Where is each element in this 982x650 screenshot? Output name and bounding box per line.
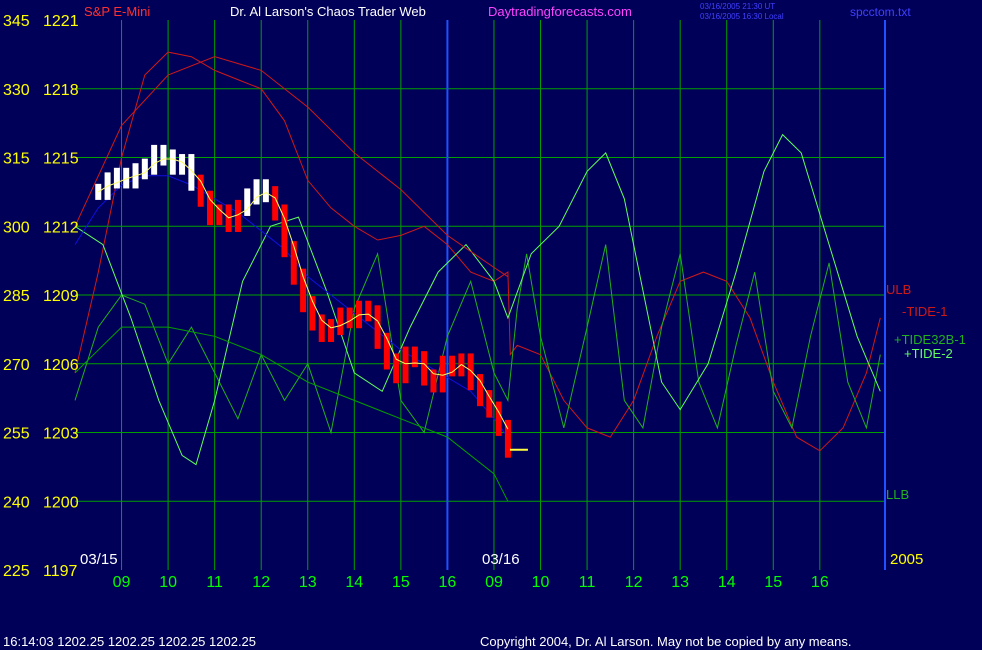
y-tick-label-tide: 240	[3, 494, 30, 511]
price-bar	[318, 314, 325, 342]
x-tick-label-hour: 11	[206, 574, 223, 591]
price-bar	[281, 204, 288, 258]
price-bar	[393, 353, 400, 384]
y-tick-label-price: 1215	[43, 151, 79, 168]
price-bar	[160, 144, 167, 166]
x-tick-label-hour: 14	[345, 574, 363, 591]
y-tick-label-tide: 255	[3, 426, 30, 443]
price-bar	[346, 307, 353, 329]
x-tick-label-hour: 12	[625, 574, 643, 591]
price-bar	[141, 158, 148, 180]
footer-copyright: Copyright 2004, Dr. Al Larson. May not b…	[480, 634, 851, 649]
price-bar	[495, 401, 502, 436]
timestamp-ut: 03/16/2005 21:30 UT	[700, 2, 775, 11]
year-label: 2005	[890, 551, 923, 568]
price-bar	[244, 188, 251, 216]
y-tick-label-price: 1212	[43, 219, 79, 236]
price-bar	[262, 179, 269, 203]
price-bar	[402, 346, 409, 384]
y-tick-label-price: 1221	[43, 13, 79, 30]
legend-tide2: +TIDE-2	[904, 346, 953, 361]
y-tick-label-tide: 270	[3, 357, 30, 374]
y-tick-label-tide: 330	[3, 82, 30, 99]
x-tick-label-hour: 14	[718, 574, 736, 591]
x-tick-label-hour: 11	[579, 574, 596, 591]
legend-llb: LLB	[886, 487, 909, 502]
price-bar	[151, 144, 158, 175]
price-bar	[365, 300, 372, 322]
legend-ulb: ULB	[886, 282, 911, 297]
price-bar	[95, 183, 102, 200]
x-tick-label-hour: 15	[392, 574, 410, 591]
timestamp-local: 03/16/2005 16:30 Local	[700, 12, 784, 21]
x-tick-label-hour: 09	[113, 574, 131, 591]
y-tick-label-tide: 345	[3, 13, 30, 30]
y-tick-label-price: 1206	[43, 357, 79, 374]
y-tick-label-tide: 285	[3, 288, 30, 305]
date-label-second: 03/16	[482, 551, 520, 568]
data-file-name: spcctom.txt	[850, 5, 911, 19]
footer-quote: 16:14:03 1202.25 1202.25 1202.25 1202.25	[3, 634, 256, 649]
x-tick-label-hour: 15	[764, 574, 782, 591]
chart-area: 345 1221330 1218315 1215300 1212285 1209270 12…	[0, 0, 982, 650]
price-bar	[421, 351, 428, 386]
price-bar	[113, 167, 120, 189]
price-bar	[430, 369, 437, 393]
date-label-first: 03/15	[80, 551, 118, 568]
x-tick-label-hour: 10	[159, 574, 177, 591]
y-tick-label-price: 1209	[43, 288, 79, 305]
y-tick-label-price: 1218	[43, 82, 79, 99]
y-tick-label-price: 1203	[43, 426, 79, 443]
y-tick-label-price: 1197	[43, 563, 78, 580]
price-bar	[169, 149, 176, 175]
x-tick-label-hour: 10	[532, 574, 550, 591]
y-tick-label-tide: 315	[3, 151, 30, 168]
price-bar	[467, 353, 474, 391]
price-bar	[411, 346, 418, 368]
legend-tide1: -TIDE-1	[902, 304, 948, 319]
title-site-link[interactable]: Daytradingforecasts.com	[488, 4, 632, 19]
price-bar	[328, 319, 335, 342]
x-tick-label-hour: 09	[485, 574, 503, 591]
price-bar	[486, 390, 493, 418]
y-tick-label-tide: 225	[3, 563, 30, 580]
y-tick-label-tide: 300	[3, 219, 30, 236]
x-tick-label-hour: 13	[671, 574, 689, 591]
legend-tide32b: +TIDE32B-1	[894, 332, 966, 347]
price-bar	[337, 307, 344, 336]
x-tick-label-hour: 16	[811, 574, 829, 591]
y-tick-label-price: 1200	[43, 494, 79, 511]
x-tick-label-hour: 12	[252, 574, 270, 591]
x-tick-label-hour: 13	[299, 574, 317, 591]
title-symbol: S&P E-Mini	[84, 4, 150, 19]
price-bar	[374, 305, 381, 349]
x-tick-label-hour: 16	[439, 574, 457, 591]
title-main: Dr. Al Larson's Chaos Trader Web	[230, 4, 426, 19]
